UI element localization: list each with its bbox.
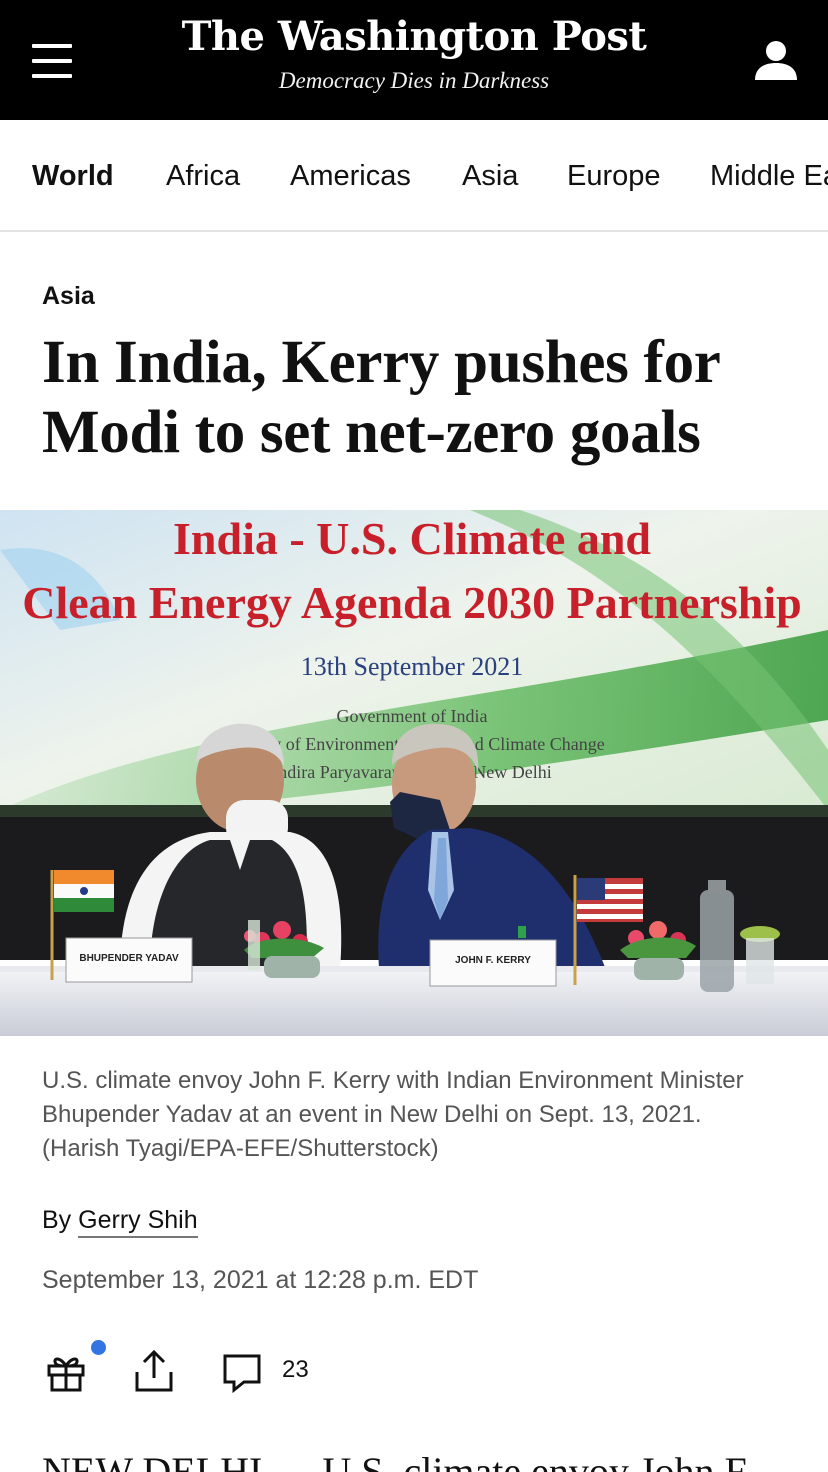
nav-item-europe[interactable]: Europe [567, 158, 661, 194]
share-icon[interactable] [132, 1348, 176, 1394]
nav-item-africa[interactable]: Africa [166, 158, 240, 194]
nav-item-middle-east[interactable]: Middle East [710, 158, 828, 194]
site-logo[interactable]: The Washington Post [0, 10, 828, 64]
user-account-icon[interactable] [753, 38, 799, 84]
comment-icon[interactable] [220, 1350, 264, 1394]
byline: By Gerry Shih [42, 1206, 198, 1238]
nameplate-left: BHUPENDER YADAV [79, 953, 179, 964]
nameplate-right: JOHN F. KERRY [455, 955, 531, 966]
publish-date: September 13, 2021 at 12:28 p.m. EDT [42, 1266, 479, 1294]
article-actions: 23 [0, 1336, 828, 1406]
banner-line2: Clean Energy Agenda 2030 Partnership [22, 577, 801, 628]
article-body-first-line: NEW DELHI — U.S. climate envoy John F. [42, 1449, 754, 1472]
article-photo: India - U.S. Climate and Clean Energy Ag… [0, 510, 828, 1036]
top-header: The Washington Post Democracy Dies in Da… [0, 0, 828, 120]
article-kicker[interactable]: Asia [42, 282, 95, 311]
nav-item-asia[interactable]: Asia [462, 158, 518, 194]
notification-dot [91, 1340, 106, 1355]
article-headline: In India, Kerry pushes for Modi to set n… [42, 329, 720, 466]
masthead[interactable]: The Washington Post Democracy Dies in Da… [0, 10, 828, 96]
gift-icon[interactable] [44, 1350, 88, 1394]
author-link[interactable]: Gerry Shih [78, 1206, 198, 1238]
banner-date: 13th September 2021 [301, 652, 523, 681]
nav-item-americas[interactable]: Americas [290, 158, 411, 194]
nav-item-world[interactable]: World [32, 158, 114, 194]
banner-org: Government of India [337, 706, 488, 726]
byline-prefix: By [42, 1206, 72, 1234]
comment-count[interactable]: 23 [282, 1356, 309, 1384]
photo-caption: U.S. climate envoy John F. Kerry with In… [42, 1067, 744, 1162]
site-tagline: Democracy Dies in Darkness [278, 68, 550, 93]
section-nav: World Africa Americas Asia Europe Middle… [0, 120, 828, 232]
banner-line1: India - U.S. Climate and [173, 513, 651, 564]
